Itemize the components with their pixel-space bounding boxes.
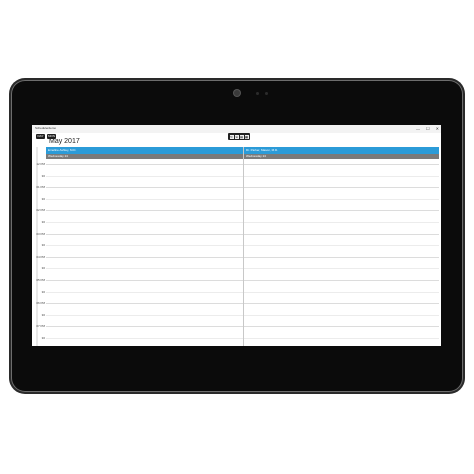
time-label: 30 <box>41 196 45 201</box>
time-label: 30 <box>41 312 45 317</box>
resource-header[interactable]: Dr. Parker, Mason, M.D. <box>244 147 439 154</box>
grid-icon[interactable]: ▦ <box>244 134 249 139</box>
time-label: 04 PM <box>36 254 45 259</box>
time-label: 07 PM <box>36 324 45 329</box>
list-icon[interactable]: ▤ <box>239 134 244 139</box>
sensor-dot <box>256 92 259 95</box>
toolbar: DAY MON ↻ ⇲ ▤ ▦ <box>32 133 441 141</box>
time-label: 03 PM <box>36 231 45 236</box>
maximize-button[interactable]: ☐ <box>426 126 430 131</box>
day-header: Wednesday 24 <box>244 154 439 159</box>
time-label: 30 <box>41 220 45 224</box>
time-label: 01 PM <box>36 185 45 190</box>
day-view-button[interactable]: DAY <box>36 134 45 139</box>
time-label: 30 <box>41 266 45 271</box>
camera-icon <box>234 90 240 96</box>
sensor-dot <box>265 92 268 95</box>
time-label: 12 PM <box>36 162 45 166</box>
month-title: May 2017 <box>49 138 80 145</box>
app-screen: Schedulerdemo — ☐ ✕ DAY MON ↻ ⇲ ▤ ▦ May … <box>32 125 441 346</box>
time-label: 30 <box>41 243 45 248</box>
time-label: 05 PM <box>36 278 45 282</box>
minimize-button[interactable]: — <box>416 126 420 131</box>
export-icon[interactable]: ⇲ <box>234 134 239 139</box>
day-header: Wednesday 24 <box>46 154 243 159</box>
time-label: 30 <box>41 289 45 294</box>
title-bar: Schedulerdemo — ☐ ✕ <box>32 125 441 133</box>
column-divider <box>243 147 244 346</box>
time-label: 02 PM <box>36 208 45 213</box>
time-label: 06 PM <box>36 301 45 306</box>
tool-group: ↻ ⇲ ▤ ▦ <box>228 133 250 140</box>
close-button[interactable]: ✕ <box>436 126 439 131</box>
refresh-icon[interactable]: ↻ <box>229 134 234 139</box>
time-label: 30 <box>41 173 45 178</box>
app-title: Schedulerdemo <box>35 126 57 130</box>
resource-header[interactable]: Emeline Ashley, M.D. <box>46 147 243 154</box>
window-controls: — ☐ ✕ <box>416 126 439 131</box>
time-label: 30 <box>41 336 45 340</box>
